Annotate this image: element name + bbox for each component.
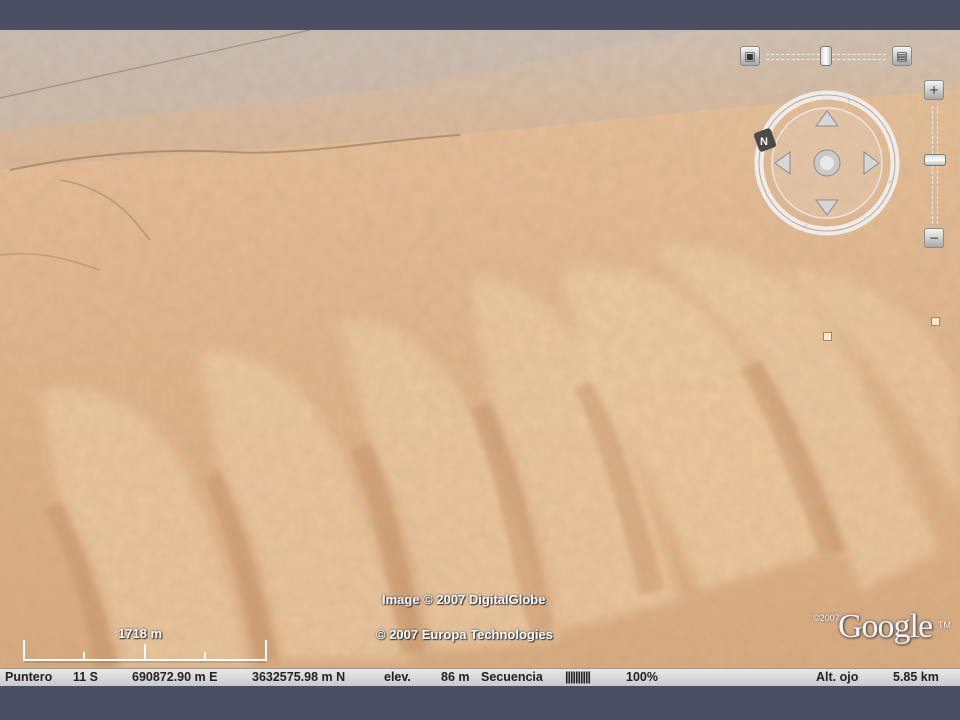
eye-altitude-value: 5.85 km (893, 670, 939, 684)
slide-bottom-band (0, 686, 960, 720)
placemark-icon[interactable] (931, 317, 940, 326)
status-bar: Puntero 11 S 690872.90 m E 3632575.98 m … (0, 668, 960, 687)
northing-value: 3632575.98 m N (252, 670, 346, 684)
utm-zone: 11 S (73, 670, 99, 684)
scale-bar: 1718 m (22, 626, 268, 666)
navigation-compass[interactable]: N (752, 88, 902, 238)
eye-center-icon[interactable] (813, 149, 841, 177)
zoom-in-icon[interactable]: + (924, 80, 944, 100)
google-copyright: ©2007 (813, 613, 840, 623)
google-logo: Google (838, 608, 933, 645)
scale-ruler (23, 640, 267, 663)
imagery-credit: Image © 2007 DigitalGlobe (382, 592, 546, 607)
streaming-progress: |||||||||| (565, 670, 591, 684)
tilt-slider[interactable]: ▣ ▤ (740, 44, 914, 68)
north-label: N (760, 136, 768, 148)
tilt-up-icon[interactable]: ▣ (740, 46, 760, 66)
placemark-icon[interactable] (823, 332, 832, 341)
zoom-out-label: − (928, 231, 940, 245)
map-viewport[interactable]: ▣ ▤ N + − Image © 2007 DigitalGlobe © 20… (0, 30, 960, 668)
pointer-label: Puntero (5, 670, 53, 684)
zoom-slider[interactable]: + − (923, 80, 947, 250)
data-credit: © 2007 Europa Technologies (376, 627, 553, 642)
zoom-out-icon[interactable]: − (924, 228, 944, 248)
google-trademark: TM (938, 620, 951, 630)
elevation-label: elev. (384, 670, 411, 684)
zoom-in-label: + (928, 83, 940, 97)
elevation-value: 86 m (441, 670, 470, 684)
streaming-label: Secuencia (481, 670, 543, 684)
zoom-thumb[interactable] (924, 154, 946, 166)
easting-value: 690872.90 m E (132, 670, 218, 684)
tilt-thumb[interactable] (820, 46, 832, 66)
eye-altitude-label: Alt. ojo (816, 670, 859, 684)
tilt-down-icon[interactable]: ▤ (892, 46, 912, 66)
slide-top-band (0, 0, 960, 30)
streaming-percent: 100% (626, 670, 658, 684)
